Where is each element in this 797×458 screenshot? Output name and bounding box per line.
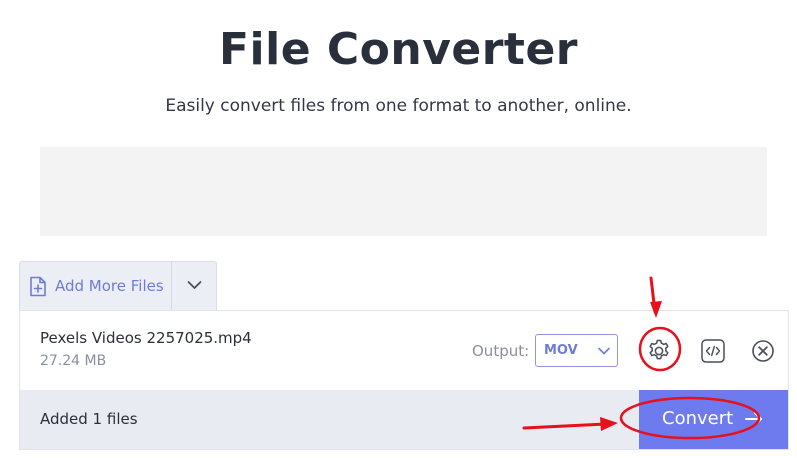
file-plus-icon [29,276,47,301]
add-more-files-button[interactable]: Add More Files [20,262,171,311]
file-row: Pexels Videos 2257025.mp4 27.24 MB Outpu… [20,311,788,390]
add-files-dropdown-button[interactable] [172,262,217,311]
page-subtitle: Easily convert files from one format to … [165,96,632,116]
convert-label: Convert [662,408,734,429]
gear-icon [649,339,669,360]
close-circle-icon [752,340,774,362]
file-list-panel: Pexels Videos 2257025.mp4 27.24 MB Outpu… [19,310,789,450]
settings-button[interactable] [645,337,673,365]
output-format-value: MOV [544,343,578,358]
page-title: File Converter [218,24,579,75]
added-files-count: Added 1 files [40,410,138,428]
output-format-select[interactable]: MOV [535,334,618,367]
add-more-files-label: Add More Files [55,277,164,295]
chevron-down-icon [187,281,202,289]
remove-file-button[interactable] [749,337,777,365]
arrow-right-icon [745,412,762,426]
ad-placeholder [40,147,767,236]
file-size: 27.24 MB [40,353,107,369]
code-icon [701,339,725,363]
embed-code-button[interactable] [699,337,727,365]
add-files-group: Add More Files [19,261,217,311]
convert-bar: Added 1 files Convert [20,390,788,449]
convert-button[interactable]: Convert [639,390,788,449]
file-name: Pexels Videos 2257025.mp4 [40,329,252,347]
chevron-down-icon [598,347,610,355]
output-label: Output: [472,342,530,360]
